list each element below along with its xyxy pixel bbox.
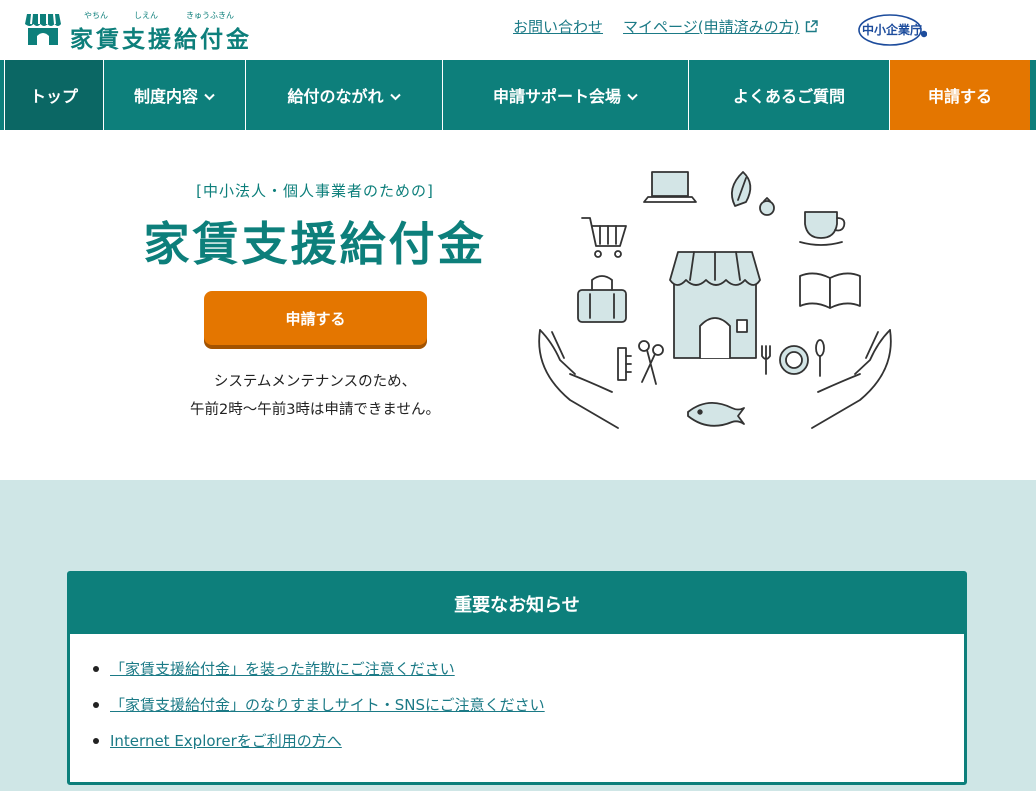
important-notice-box: 重要なお知らせ 「家賃支援給付金」を装った詐欺にご注意ください 「家賃支援給付金… (67, 571, 967, 785)
chevron-down-icon (389, 93, 401, 100)
notice-list: 「家賃支援給付金」を装った詐欺にご注意ください 「家賃支援給付金」のなりすましサ… (70, 634, 964, 766)
nav-item-system[interactable]: 制度内容 (104, 60, 246, 130)
shopping-cart-icon (581, 217, 627, 258)
list-item: Internet Explorerをご利用の方へ (93, 730, 964, 766)
laptop-icon (643, 171, 697, 203)
notice-link-fraud[interactable]: 「家賃支援給付金」を装った詐欺にご注意ください (110, 660, 455, 678)
nav-item-support-venue[interactable]: 申請サポート会場 (443, 60, 689, 130)
nav-item-label: トップ (29, 87, 78, 106)
notice-heading: 重要なお知らせ (70, 574, 964, 634)
logo-title: 家賃支援給付金 (70, 27, 252, 53)
hero-subtitle: [中小法人・個人事業者のための] (196, 182, 434, 200)
nav-item-label: 申請サポート会場 (492, 87, 621, 106)
list-item: 「家賃支援給付金」を装った詐欺にご注意ください (93, 658, 964, 694)
list-item: 「家賃支援給付金」のなりすましサイト・SNSにご注意ください (93, 694, 964, 730)
contact-link[interactable]: お問い合わせ (513, 16, 603, 37)
nav-item-top[interactable]: トップ (5, 60, 104, 130)
notice-link-ie[interactable]: Internet Explorerをご利用の方へ (110, 732, 342, 750)
hero-title: 家賃支援給付金 (143, 217, 487, 271)
nav-item-label: 申請する (927, 87, 992, 106)
chevron-down-icon (627, 93, 638, 100)
agency-label: 中小企業庁 (861, 23, 922, 37)
site-logo[interactable]: やちん しえん きゅうふきん 家賃支援給付金 (24, 10, 270, 53)
mypage-link-label: マイページ(申請済みの方) (623, 18, 800, 36)
coffee-cup-icon (799, 211, 846, 246)
nav-item-faq[interactable]: よくあるご質問 (689, 60, 890, 130)
nav-item-label: よくあるご質問 (732, 87, 845, 106)
plate-cutlery-icon (761, 339, 825, 377)
suitcase-icon (577, 275, 627, 323)
maintenance-note-line2: 午前2時〜午前3時は申請できません。 (189, 402, 440, 418)
hero-illustration (538, 171, 892, 429)
mypage-link[interactable]: マイページ(申請済みの方) (623, 16, 819, 37)
nav-item-flow[interactable]: 給付のながれ (246, 60, 443, 130)
nav-item-label: 給付のながれ (287, 87, 384, 106)
open-book-icon (799, 272, 861, 309)
nav-item-label: 制度内容 (133, 87, 198, 106)
storefront-icon (669, 251, 761, 359)
scissors-icon (617, 340, 664, 385)
external-link-icon (806, 20, 819, 33)
utility-links: お問い合わせ マイページ(申請済みの方) (493, 16, 819, 37)
notice-section: 重要なお知らせ 「家賃支援給付金」を装った詐欺にご注意ください 「家賃支援給付金… (0, 480, 1036, 791)
maintenance-note: システムメンテナンスのため、 午前2時〜午前3時は申請できません。 (140, 368, 490, 424)
global-nav: トップ 制度内容 給付のながれ 申請サポート会場 よくあるご質問 申請する (0, 60, 1036, 130)
vegetable-icon (731, 171, 775, 216)
agency-logo[interactable]: 中小企業庁 (857, 13, 928, 49)
nav-item-apply[interactable]: 申請する (890, 60, 1030, 130)
hero-apply-button[interactable]: 申請する (204, 291, 427, 345)
notice-link-impersonation[interactable]: 「家賃支援給付金」のなりすましサイト・SNSにご注意ください (110, 696, 545, 714)
hero-section: [中小法人・個人事業者のための] 家賃支援給付金 申請する システムメンテナンス… (0, 130, 1036, 480)
storefront-logo-icon (25, 13, 61, 45)
site-header: やちん しえん きゅうふきん 家賃支援給付金 お問い合わせ マイページ(申請済み… (0, 0, 1036, 60)
maintenance-note-line1: システムメンテナンスのため、 (213, 374, 417, 390)
fish-icon (687, 402, 745, 427)
chevron-down-icon (204, 93, 215, 100)
